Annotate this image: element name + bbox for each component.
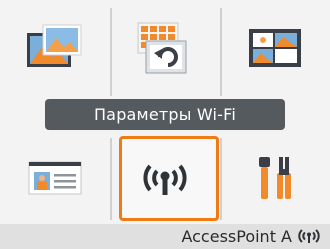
id-photo-icon — [249, 28, 301, 67]
wifi-antenna-icon — [143, 164, 187, 195]
menu-item-profile-card[interactable] — [0, 130, 110, 225]
access-point-name: AccessPoint A — [181, 227, 292, 246]
printer-home-screen: Параметры Wi-Fi AccessPoint A — [0, 0, 330, 249]
wifi-signal-icon — [298, 229, 320, 243]
menu-item-photo-print[interactable] — [0, 0, 110, 95]
menu-item-layout-print[interactable] — [110, 0, 220, 95]
menu-top-row — [0, 0, 330, 95]
divider — [220, 138, 222, 220]
layout-print-icon — [137, 22, 187, 73]
photo-print-icon — [27, 24, 82, 67]
status-bar: AccessPoint A — [0, 224, 330, 249]
menu-item-tools[interactable] — [220, 130, 330, 225]
tools-icon — [259, 156, 291, 199]
menu-item-id-photo[interactable] — [220, 0, 330, 95]
selected-item-label: Параметры Wi-Fi — [45, 99, 285, 130]
divider — [110, 8, 112, 96]
menu-item-wifi-settings[interactable] — [110, 130, 220, 225]
profile-card-icon — [28, 161, 82, 194]
divider — [220, 8, 222, 96]
divider — [110, 138, 112, 220]
menu-bottom-row — [0, 130, 330, 225]
